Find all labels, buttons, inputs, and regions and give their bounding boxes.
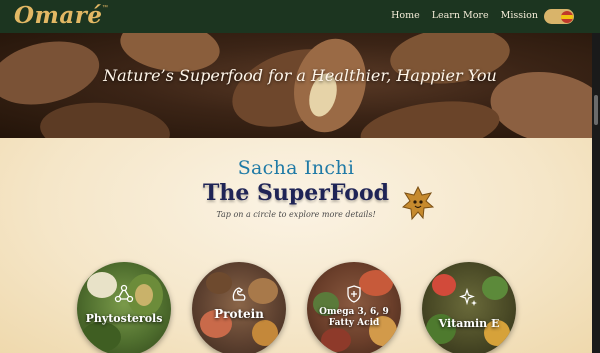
circle-label-line1: Omega 3, 6, 9 [319,307,389,317]
food-decoration [432,274,456,296]
circle-label: Protein [214,307,264,321]
hero-banner: Nature’s Superfood for a Healthier, Happ… [0,33,600,138]
hero-nut-decoration [38,98,172,138]
nav-link-home[interactable]: Home [391,10,420,21]
food-decoration [482,276,508,300]
nutrient-circle-protein[interactable]: Protein [192,262,286,353]
nutrient-circle-vitamin-e[interactable]: Vitamin E [422,262,516,353]
top-navbar: Omaré ™ Home Learn More Mission [0,0,600,33]
hero-title: Nature’s Superfood for a Healthier, Happ… [103,66,497,85]
scrollbar-thumb[interactable] [594,95,598,125]
food-decoration [248,278,278,304]
circle-label: Vitamin E [438,317,500,330]
heart-shield-icon [347,285,361,303]
nav-link-mission[interactable]: Mission [501,10,538,21]
flag-toggle-icon [561,10,573,23]
food-decoration [359,270,393,296]
superfood-section: Sacha Inchi The SuperFood Tap on a circl… [0,138,592,353]
nutrient-circles: Phytosterols Protein Omega 3, 6, 9 Fatty… [0,138,592,353]
molecule-icon [114,284,134,303]
nav-links: Home Learn More Mission [391,10,538,21]
sparkle-icon [459,288,477,306]
language-toggle[interactable] [544,9,574,24]
food-decoration [135,284,153,306]
page-scrollbar[interactable] [592,33,600,353]
nutrient-circle-omega[interactable]: Omega 3, 6, 9 Fatty Acid [307,262,401,353]
circle-label-line2: Fatty Acid [328,318,380,328]
food-decoration [321,328,351,352]
food-decoration [81,322,121,352]
brand-logo[interactable]: Omaré [14,2,103,29]
nutrient-circle-phytosterols[interactable]: Phytosterols [77,262,171,353]
nav-link-learn-more[interactable]: Learn More [432,10,489,21]
food-decoration [87,272,117,298]
food-decoration [252,320,278,346]
circle-label: Phytosterols [85,312,163,325]
trademark-symbol: ™ [102,5,108,11]
muscle-icon [232,287,246,301]
hero-nut-decoration [357,93,503,138]
